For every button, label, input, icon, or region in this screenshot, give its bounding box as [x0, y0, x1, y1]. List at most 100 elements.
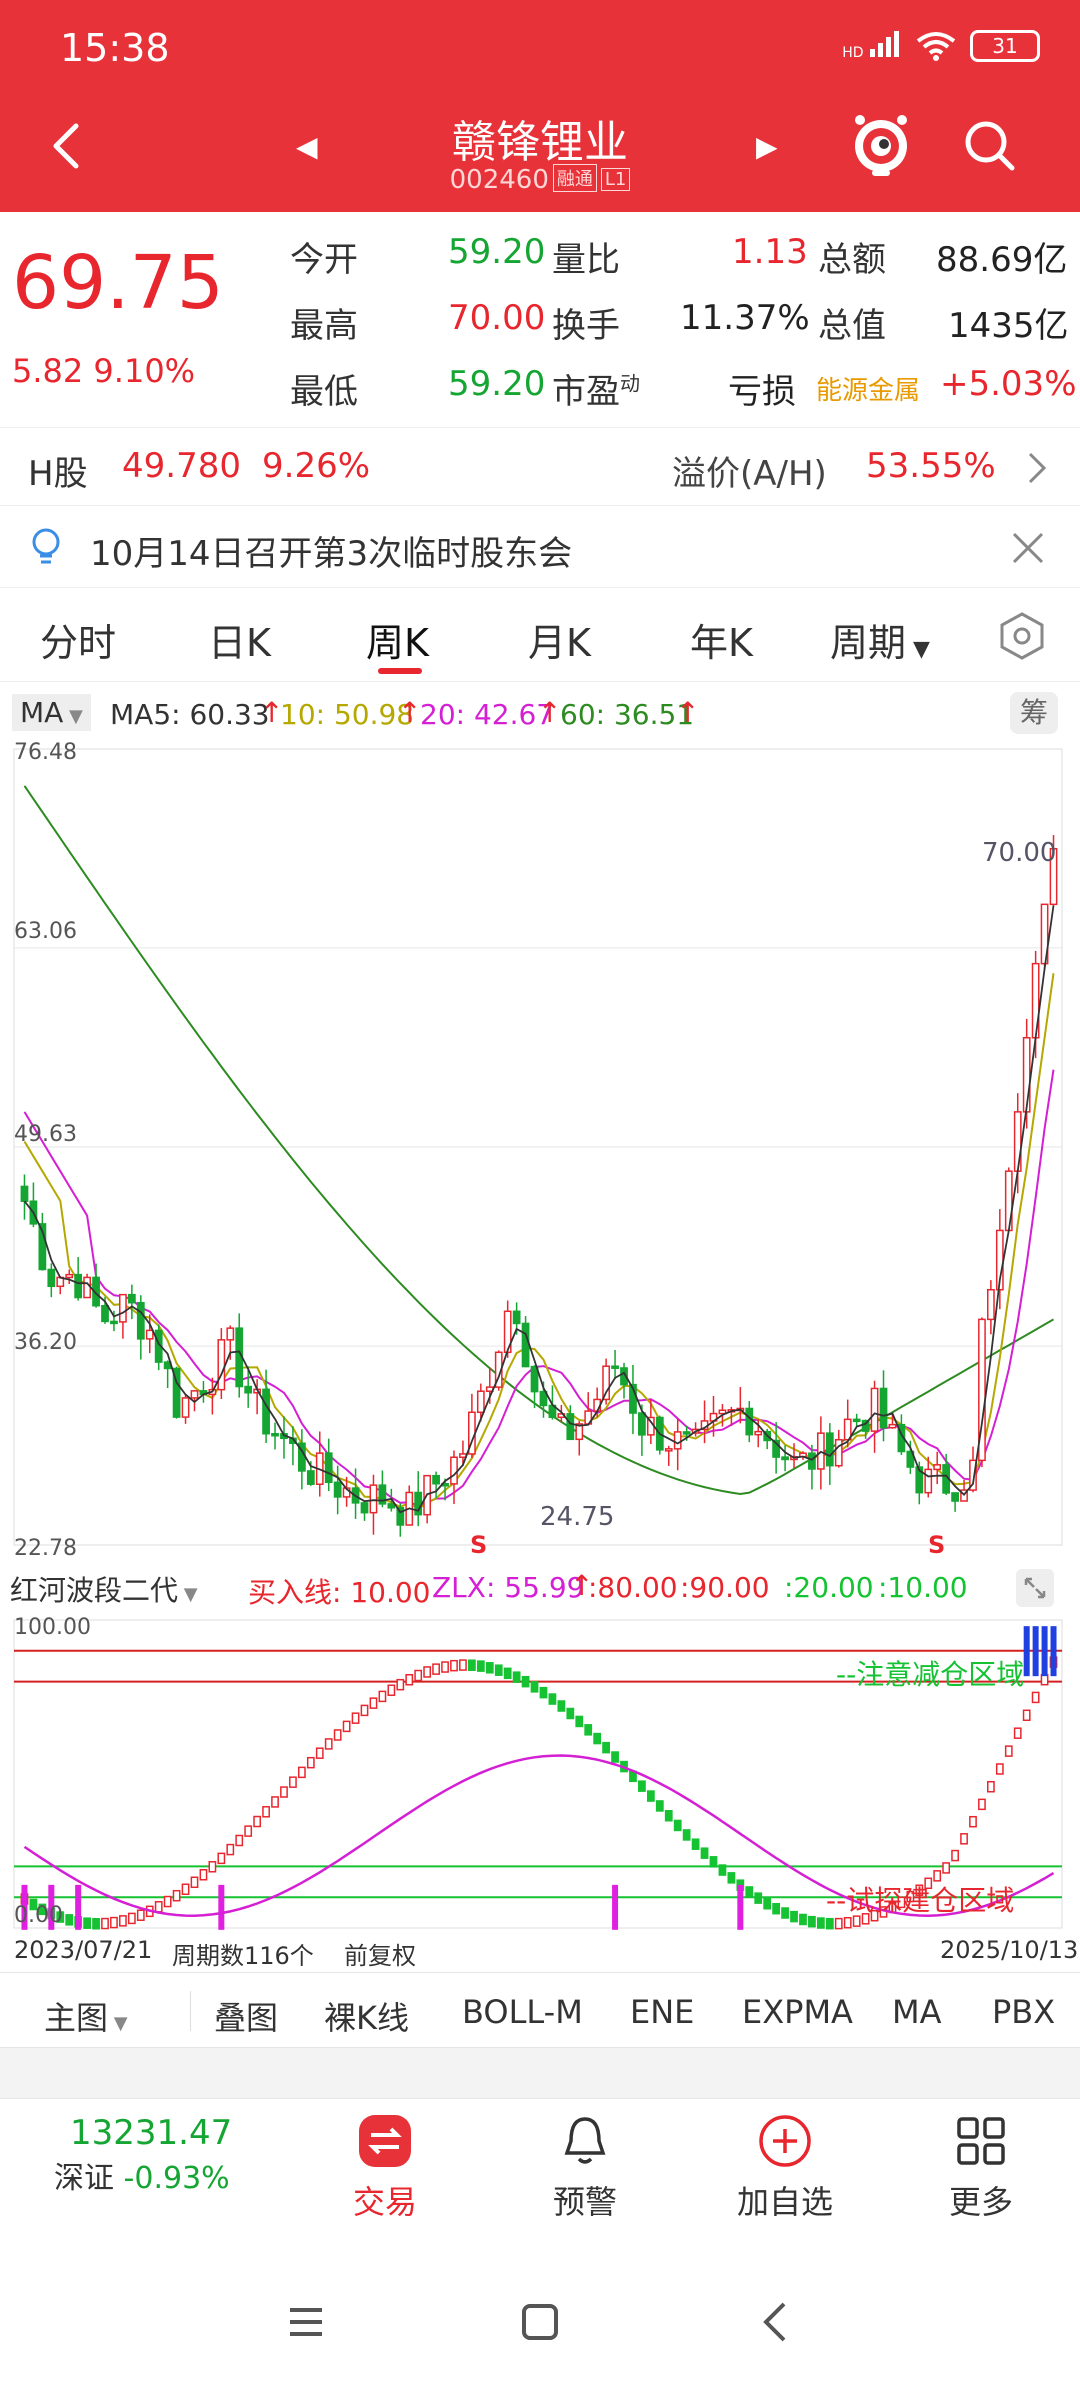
premium-label: 溢价(A/H): [672, 454, 827, 494]
signal-bar: [1041, 1626, 1048, 1677]
tab-yearly[interactable]: 年K: [690, 612, 753, 667]
sector-pct[interactable]: +5.03%: [940, 364, 1077, 404]
indicator-bar: [1013, 1727, 1022, 1739]
candle-body: [110, 1320, 118, 1325]
indicator-bar: [494, 1664, 503, 1676]
indicator-legend: 红河波段二代 ▼ 买入线: 10.00 ZLX: 55.99 ↑ :80.00 …: [0, 1563, 1080, 1613]
candle-body: [369, 1484, 378, 1514]
boll-m-button[interactable]: BOLL-M: [462, 1993, 583, 2031]
main-chart-selector[interactable]: 主图 ▼: [44, 1993, 128, 2039]
high-label: 最高: [290, 306, 358, 346]
tab-weekly[interactable]: 周K: [366, 612, 429, 667]
menu-icon[interactable]: [286, 2302, 326, 2342]
chip-distribution-button[interactable]: 筹: [1010, 692, 1058, 734]
indicator-bar: [127, 1912, 136, 1925]
network-label: HD: [842, 45, 864, 61]
sector-name[interactable]: 能源金属: [816, 370, 920, 407]
reduce-zone-label: --注意减仓区域: [836, 1658, 1024, 1691]
candle-body: [476, 1390, 485, 1414]
tab-intraday[interactable]: 分时: [40, 612, 116, 667]
trade-button[interactable]: 交易: [330, 2113, 440, 2223]
notice-bar[interactable]: 10月14日召开第3次临时股东会: [0, 508, 1080, 588]
signal-bar: [1023, 1626, 1030, 1677]
tab-period[interactable]: 周期 ▼: [830, 612, 930, 667]
candle-body: [190, 1390, 199, 1399]
indicator-bar: [566, 1707, 575, 1720]
tab-monthly[interactable]: 月K: [528, 612, 591, 667]
battery-icon: 31: [970, 30, 1040, 62]
status-icons: HD 31: [842, 30, 1040, 62]
x-end-date: 2025/10/13: [940, 1936, 1079, 1964]
indicator-chart[interactable]: 100.00 0.00 --注意减仓区域 --试探建仓区域: [0, 1610, 1080, 1940]
indicator-bar: [110, 1916, 118, 1929]
indicator-bar: [709, 1856, 718, 1868]
zlx-value: ZLX: 55.99: [432, 1571, 585, 1604]
home-icon[interactable]: [520, 2300, 560, 2344]
price-change: 5.82 9.10%: [12, 352, 195, 390]
tab-daily[interactable]: 日K: [208, 612, 271, 667]
candle-body: [47, 1268, 56, 1288]
ma-button[interactable]: MA: [892, 1993, 942, 2031]
sell-mark: S: [470, 1531, 487, 1559]
indicator-bar: [441, 1661, 449, 1673]
back-nav-icon[interactable]: [756, 2300, 796, 2344]
candle-body: [638, 1412, 646, 1436]
indicator-bar: [727, 1872, 736, 1884]
index-name: 深证: [54, 2161, 114, 2196]
indicator-bar: [521, 1675, 530, 1688]
candle-body: [602, 1365, 610, 1401]
indicator-selector[interactable]: 红河波段二代 ▼: [10, 1569, 198, 1609]
indicator-bar: [297, 1766, 306, 1779]
index-widget[interactable]: 13231.47 深证 -0.93%: [40, 2113, 250, 2197]
alert-button[interactable]: 预警: [530, 2113, 640, 2223]
add-watchlist-button[interactable]: 加自选: [720, 2113, 850, 2223]
expma-button[interactable]: EXPMA: [742, 1993, 853, 2031]
margin-badge: 融通: [552, 164, 597, 192]
search-icon[interactable]: [960, 116, 1020, 176]
kline-chart[interactable]: 76.48 63.06 49.63 36.20 22.78 70.00 24.7…: [0, 735, 1080, 1565]
min-price-label: 24.75: [540, 1502, 614, 1532]
candle-body: [852, 1418, 861, 1423]
indicator-bar: [602, 1741, 610, 1754]
chevron-right-icon: [1028, 452, 1047, 484]
pe-label-text: 市盈: [552, 372, 620, 412]
build-zone-label: --试探建仓区域: [826, 1884, 1014, 1917]
indicator-bar: [1022, 1709, 1031, 1722]
candle-body: [65, 1273, 74, 1279]
indicator-bar: [333, 1729, 342, 1741]
candle-body: [432, 1474, 440, 1485]
candle-body: [781, 1456, 789, 1461]
system-nav-bar: [0, 2248, 1080, 2400]
prev-stock-icon[interactable]: ◀: [296, 130, 318, 163]
settings-icon[interactable]: [996, 610, 1048, 662]
close-icon[interactable]: [1010, 530, 1046, 566]
indicator-bar: [593, 1732, 602, 1745]
indicator-bar: [378, 1690, 387, 1703]
ma5-line: [23, 905, 1055, 1514]
high-value: 70.00: [448, 298, 546, 338]
next-stock-icon[interactable]: ▶: [756, 130, 778, 163]
h-share-row[interactable]: H股 49.780 9.26% 溢价(A/H) 53.55%: [0, 430, 1080, 506]
pbx-button[interactable]: PBX: [992, 1993, 1055, 2031]
line90-value: :90.00: [680, 1571, 770, 1604]
mascot-icon[interactable]: [850, 110, 912, 180]
indicator-bar: [978, 1798, 986, 1811]
candle-body: [262, 1388, 270, 1435]
more-button[interactable]: 更多: [926, 2113, 1036, 2223]
bare-kline-button[interactable]: 裸K线: [324, 1993, 409, 2039]
indicator-bar: [942, 1862, 951, 1874]
candle-body: [333, 1481, 342, 1498]
ma-selector[interactable]: MA ▼: [12, 694, 91, 731]
signal-bar: [737, 1884, 744, 1930]
overlay-button[interactable]: 叠图: [214, 1993, 278, 2039]
candle-body: [521, 1322, 530, 1368]
indicator-bar: [136, 1909, 145, 1921]
trade-icon: [359, 2115, 411, 2167]
expand-icon[interactable]: [1016, 1569, 1054, 1607]
indicator-bar: [655, 1800, 664, 1812]
indicator-bar: [289, 1776, 297, 1788]
indicator-bar: [987, 1780, 995, 1793]
indicator-bar: [808, 1915, 816, 1928]
ene-button[interactable]: ENE: [630, 1993, 694, 2031]
change-value: 5.82: [12, 352, 84, 390]
